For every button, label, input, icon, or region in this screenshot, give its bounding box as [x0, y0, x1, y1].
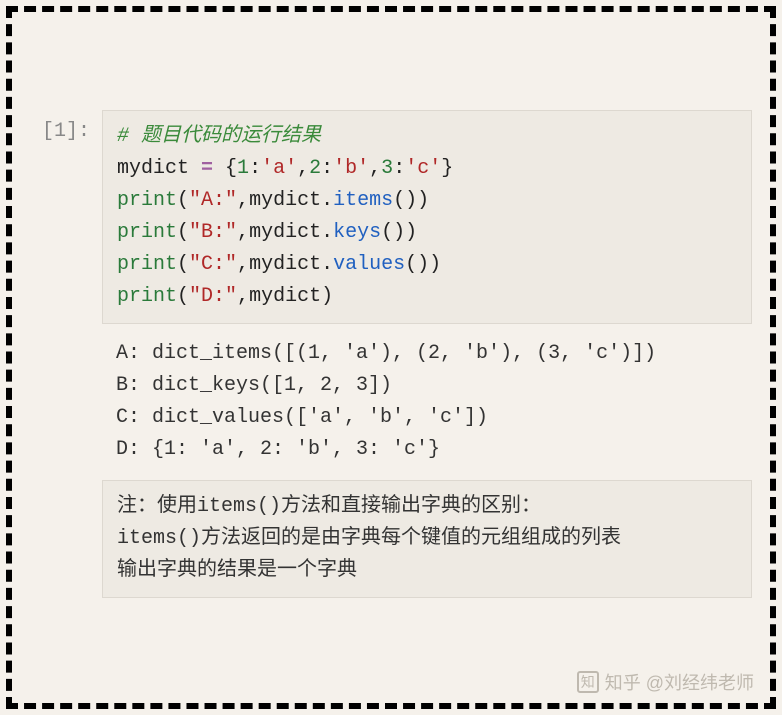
code-token: ( — [177, 285, 189, 308]
code-token: "C:" — [189, 253, 237, 276]
code-token: ) — [405, 221, 417, 244]
cell-prompt: [1]: — [30, 110, 102, 143]
notebook-content: [1]: # 题目代码的运行结果 mydict = {1:'a',2:'b',3… — [30, 30, 752, 685]
note-line: items()方法返回的是由字典每个键值的元组组成的列表 — [117, 523, 737, 555]
code-token: ) — [417, 253, 429, 276]
code-token: . — [321, 253, 333, 276]
code-token: ) — [417, 189, 429, 212]
output-cell-row: A: dict_items([(1, 'a'), (2, 'b'), (3, '… — [30, 324, 752, 480]
code-token: print — [117, 221, 177, 244]
code-token: mydict — [117, 157, 189, 180]
output-line: A: dict_items([(1, 'a'), (2, 'b'), (3, '… — [116, 342, 656, 365]
code-token: ) — [321, 285, 333, 308]
note-line: 注：使用items()方法和直接输出字典的区别： — [117, 491, 737, 523]
code-token: print — [117, 189, 177, 212]
output-prompt-spacer — [30, 324, 102, 334]
code-token: mydict — [249, 285, 321, 308]
code-token: items — [333, 189, 393, 212]
code-token: ( — [405, 253, 417, 276]
code-comment: # 题目代码的运行结果 — [117, 125, 321, 148]
code-token: ( — [177, 189, 189, 212]
code-token: mydict — [249, 221, 321, 244]
code-token: 'c' — [405, 157, 441, 180]
code-token: = — [189, 157, 225, 180]
code-token: } — [441, 157, 453, 180]
code-token: ( — [381, 221, 393, 244]
code-token: ) — [429, 253, 441, 276]
code-token: "D:" — [189, 285, 237, 308]
code-token: 'b' — [333, 157, 369, 180]
code-token: 2 — [309, 157, 321, 180]
code-token: , — [297, 157, 309, 180]
code-token: values — [333, 253, 405, 276]
code-token: "A:" — [189, 189, 237, 212]
code-token: mydict — [249, 253, 321, 276]
code-token: ( — [177, 221, 189, 244]
code-token: print — [117, 253, 177, 276]
code-token: 3 — [381, 157, 393, 180]
note-prompt-spacer — [30, 480, 102, 490]
code-token: . — [321, 189, 333, 212]
code-token: : — [321, 157, 333, 180]
code-token: : — [249, 157, 261, 180]
code-input-cell: # 题目代码的运行结果 mydict = {1:'a',2:'b',3:'c'}… — [102, 110, 752, 324]
note-line: 输出字典的结果是一个字典 — [117, 555, 737, 587]
note-cell: 注：使用items()方法和直接输出字典的区别：items()方法返回的是由字典… — [102, 480, 752, 598]
output-line: C: dict_values(['a', 'b', 'c']) — [116, 406, 488, 429]
watermark-text: 知乎 @刘经纬老师 — [605, 669, 754, 695]
code-token: { — [225, 157, 237, 180]
code-token: : — [393, 157, 405, 180]
code-token: "B:" — [189, 221, 237, 244]
watermark: 知 知乎 @刘经纬老师 — [577, 669, 754, 695]
code-token: , — [237, 253, 249, 276]
code-token: . — [321, 221, 333, 244]
code-token: , — [237, 285, 249, 308]
code-token: ) — [405, 189, 417, 212]
code-token: ( — [177, 253, 189, 276]
output-line: D: {1: 'a', 2: 'b', 3: 'c'} — [116, 438, 440, 461]
code-token: ( — [393, 189, 405, 212]
code-token: , — [237, 189, 249, 212]
code-token: , — [369, 157, 381, 180]
code-token: mydict — [249, 189, 321, 212]
output-line: B: dict_keys([1, 2, 3]) — [116, 374, 392, 397]
code-output-cell: A: dict_items([(1, 'a'), (2, 'b'), (3, '… — [102, 324, 752, 480]
code-token: print — [117, 285, 177, 308]
code-token: 'a' — [261, 157, 297, 180]
code-token: 1 — [237, 157, 249, 180]
zhihu-logo-icon: 知 — [577, 671, 599, 693]
code-cell-row: [1]: # 题目代码的运行结果 mydict = {1:'a',2:'b',3… — [30, 110, 752, 324]
note-cell-row: 注：使用items()方法和直接输出字典的区别：items()方法返回的是由字典… — [30, 480, 752, 598]
code-token: , — [237, 221, 249, 244]
code-token: ) — [393, 221, 405, 244]
code-token: keys — [333, 221, 381, 244]
